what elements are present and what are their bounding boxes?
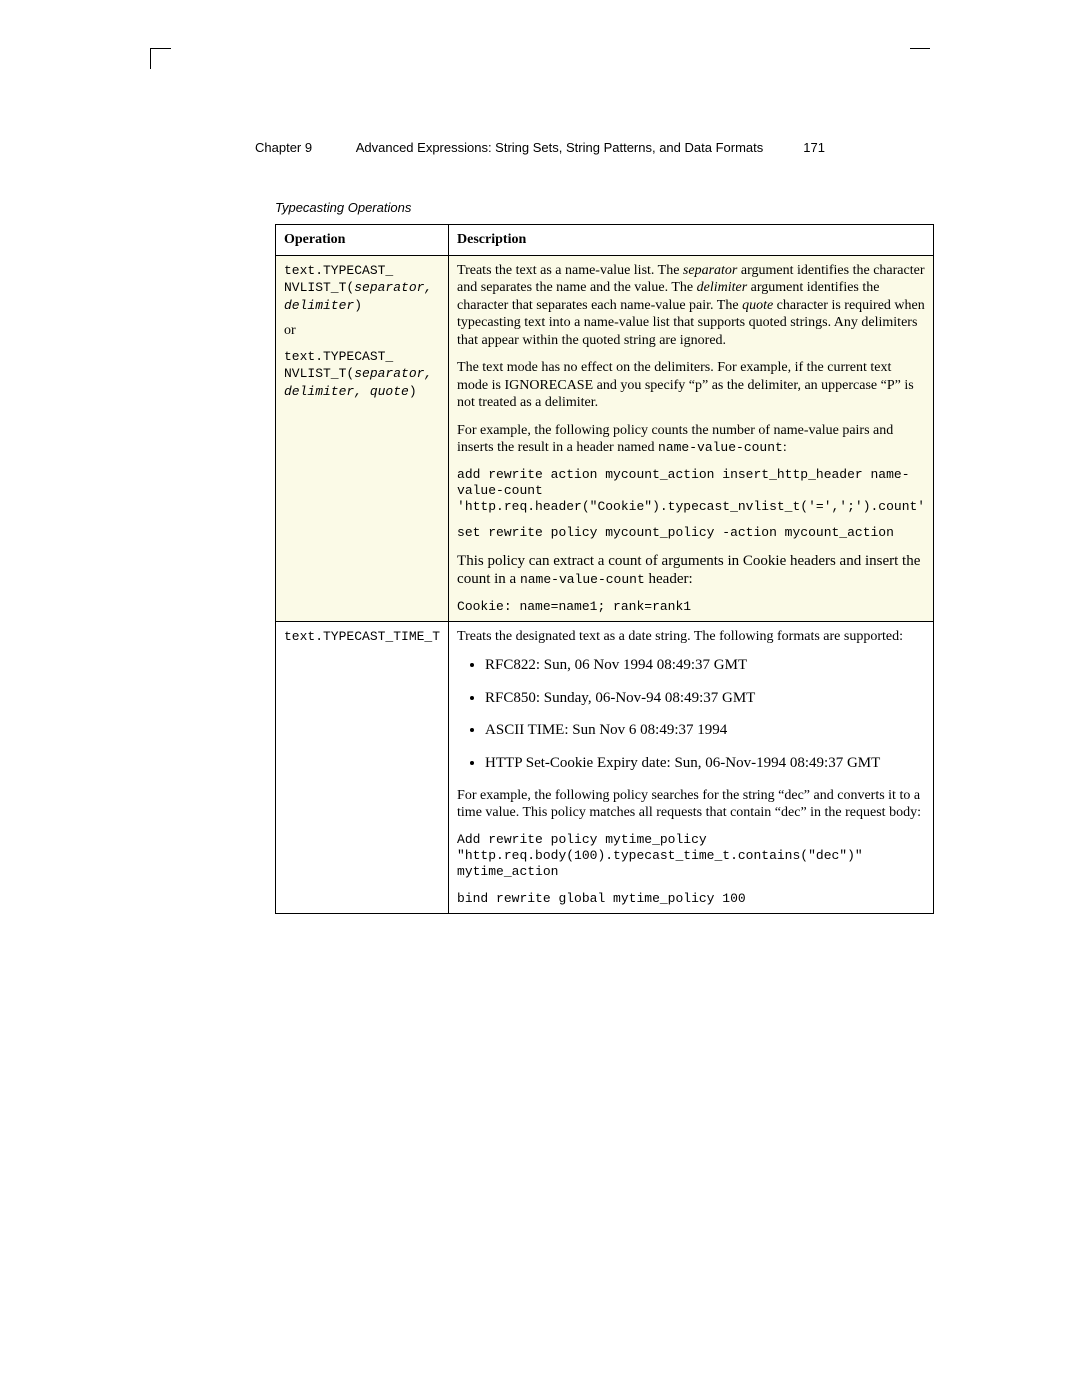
page: Chapter 9 Advanced Expressions: String S…: [0, 0, 1080, 1397]
desc-paragraph: Treats the text as a name-value list. Th…: [457, 262, 925, 350]
op-code: text.TYPECAST_: [284, 349, 393, 364]
or-label: or: [284, 322, 440, 340]
text: Treats the text as a name-value list. Th…: [457, 263, 683, 278]
desc-paragraph: Treats the designated text as a date str…: [457, 628, 925, 646]
op-code: NVLIST_T(: [284, 280, 354, 295]
term: quote: [742, 298, 773, 313]
text: header:: [645, 571, 693, 587]
code-block: Cookie: name=name1; rank=rank1: [457, 599, 925, 615]
typecast-operations-table: Operation Description text.TYPECAST_ NVL…: [275, 224, 934, 914]
format-list: RFC822: Sun, 06 Nov 1994 08:49:37 GMT RF…: [457, 656, 925, 773]
list-item: ASCII TIME: Sun Nov 6 08:49:37 1994: [485, 721, 925, 740]
chapter-title: Advanced Expressions: String Sets, Strin…: [356, 140, 764, 155]
code-block: bind rewrite global mytime_policy 100: [457, 891, 925, 907]
op-code: NVLIST_T(: [284, 366, 354, 381]
inline-code: name-value-count: [520, 572, 645, 587]
page-number: 171: [803, 140, 825, 155]
col-header-operation: Operation: [276, 225, 449, 256]
desc-paragraph: For example, the following policy counts…: [457, 422, 925, 457]
list-item: HTTP Set-Cookie Expiry date: Sun, 06-Nov…: [485, 754, 925, 773]
col-header-description: Description: [449, 225, 934, 256]
chapter-label: Chapter 9: [255, 140, 312, 155]
table-header-row: Operation Description: [276, 225, 934, 256]
op-code: ): [354, 298, 362, 313]
code-block: set rewrite policy mycount_policy -actio…: [457, 525, 925, 541]
op-code: text.TYPECAST_: [284, 263, 393, 278]
table-caption: Typecasting Operations: [275, 200, 411, 215]
desc-paragraph: For example, the following policy search…: [457, 787, 925, 822]
table-row: text.TYPECAST_TIME_T Treats the designat…: [276, 622, 934, 914]
operation-cell: text.TYPECAST_ NVLIST_T(separator, delim…: [276, 255, 449, 622]
list-item: RFC822: Sun, 06 Nov 1994 08:49:37 GMT: [485, 656, 925, 675]
crop-mark-top-right: [910, 48, 930, 69]
inline-code: name-value-count: [658, 440, 783, 455]
code-block: Add rewrite policy mytime_policy "http.r…: [457, 832, 925, 881]
op-code: ): [409, 384, 417, 399]
operation-cell: text.TYPECAST_TIME_T: [276, 622, 449, 914]
crop-mark-top-left: [150, 48, 171, 69]
table-row: text.TYPECAST_ NVLIST_T(separator, delim…: [276, 255, 934, 622]
code-block: add rewrite action mycount_action insert…: [457, 467, 925, 516]
list-item: RFC850: Sunday, 06-Nov-94 08:49:37 GMT: [485, 689, 925, 708]
description-cell: Treats the text as a name-value list. Th…: [449, 255, 934, 622]
desc-paragraph: This policy can extract a count of argum…: [457, 552, 925, 590]
description-cell: Treats the designated text as a date str…: [449, 622, 934, 914]
text: :: [783, 440, 787, 455]
term: separator: [683, 263, 737, 278]
op-code: text.TYPECAST_TIME_T: [284, 629, 440, 644]
term: delimiter: [697, 280, 748, 295]
running-header: Chapter 9 Advanced Expressions: String S…: [255, 140, 825, 155]
desc-paragraph: The text mode has no effect on the delim…: [457, 359, 925, 412]
